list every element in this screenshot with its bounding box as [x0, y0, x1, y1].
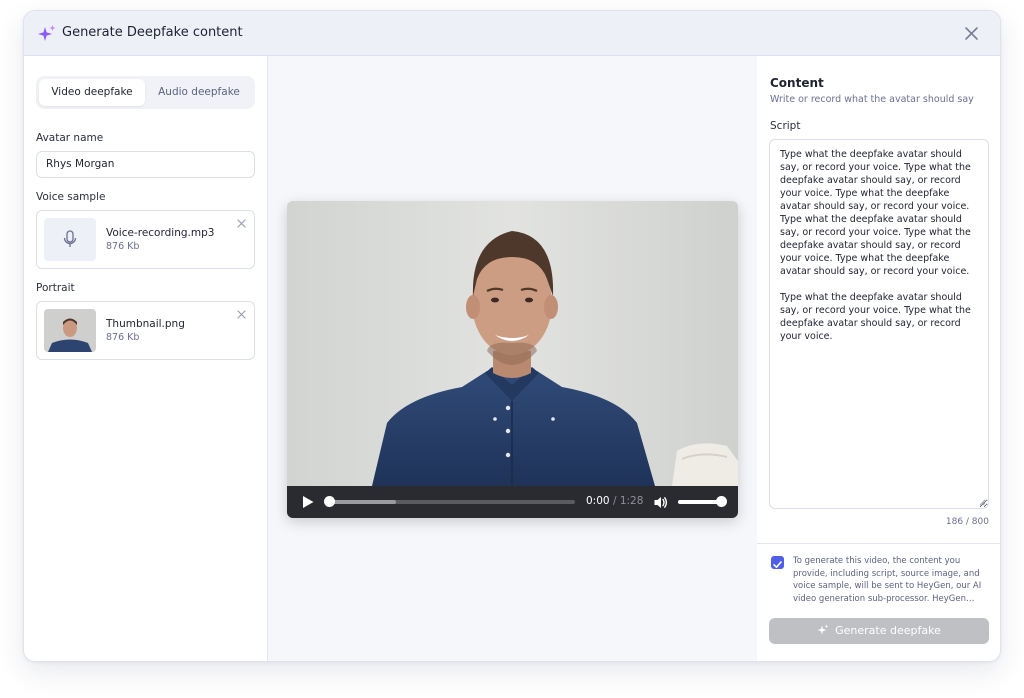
content-panel: Content Write or record what the avatar … [757, 56, 1000, 661]
video-controls: 0:00 / 1:28 [287, 486, 738, 518]
dialog-header: Generate Deepfake content [24, 11, 1000, 56]
sparkle-icon [817, 624, 829, 635]
portrait-image [44, 309, 96, 352]
portrait-file: Thumbnail.png 876 Kb [36, 301, 255, 360]
seek-handle[interactable] [324, 496, 335, 507]
script-label: Script [770, 120, 801, 132]
generate-deepfake-label: Generate deepfake [835, 624, 941, 637]
consent-text: To generate this video, the content you … [793, 556, 982, 604]
video-preview[interactable]: 0:00 / 1:28 [287, 201, 738, 518]
voice-file-size: 876 Kb [106, 241, 140, 252]
voice-file-name: Voice-recording.mp3 [106, 227, 215, 239]
tab-video-deepfake[interactable]: Video deepfake [39, 79, 145, 106]
avatar-name-label: Avatar name [36, 132, 104, 144]
voice-file-thumbnail [44, 218, 96, 261]
seek-bar[interactable] [327, 500, 575, 504]
volume-icon[interactable] [653, 495, 668, 510]
content-subtitle: Write or record what the avatar should s… [770, 94, 974, 105]
deepfake-type-tabs: Video deepfake Audio deepfake [36, 76, 255, 109]
current-time: 0:00 [586, 495, 610, 507]
remove-voice-file-icon[interactable] [236, 218, 247, 229]
script-textarea[interactable]: Type what the deepfake avatar should say… [769, 139, 989, 509]
source-panel: Video deepfake Audio deepfake Avatar nam… [24, 56, 268, 661]
close-icon[interactable] [963, 25, 980, 42]
portrait-file-size: 876 Kb [106, 332, 140, 343]
divider [757, 543, 1000, 544]
resize-handle-icon[interactable] [979, 499, 986, 506]
remove-portrait-file-icon[interactable] [236, 309, 247, 320]
checkmark-icon [773, 561, 782, 568]
dialog-title: Generate Deepfake content [62, 25, 243, 40]
play-icon[interactable] [301, 495, 315, 509]
volume-handle[interactable] [716, 496, 727, 507]
preview-panel: 0:00 / 1:28 [268, 56, 757, 661]
character-counter: 186 / 800 [945, 517, 989, 527]
sparkle-icon [38, 25, 56, 41]
duration: / 1:28 [612, 495, 644, 507]
generate-deepfake-dialog: Generate Deepfake content Video deepfake… [23, 10, 1001, 662]
microphone-icon [63, 230, 77, 247]
avatar-name-input[interactable]: Rhys Morgan [36, 151, 255, 178]
seek-bar-buffered [327, 500, 396, 504]
video-frame [287, 201, 738, 486]
consent-checkbox[interactable] [771, 556, 784, 569]
portrait-file-name: Thumbnail.png [106, 318, 185, 330]
generate-deepfake-button[interactable]: Generate deepfake [769, 618, 989, 644]
voice-sample-file: Voice-recording.mp3 876 Kb [36, 210, 255, 269]
content-title: Content [770, 76, 824, 90]
tab-audio-deepfake[interactable]: Audio deepfake [146, 79, 252, 106]
voice-sample-label: Voice sample [36, 191, 106, 203]
portrait-label: Portrait [36, 282, 75, 294]
portrait-thumbnail [44, 309, 96, 352]
time-display: 0:00 / 1:28 [586, 495, 643, 507]
